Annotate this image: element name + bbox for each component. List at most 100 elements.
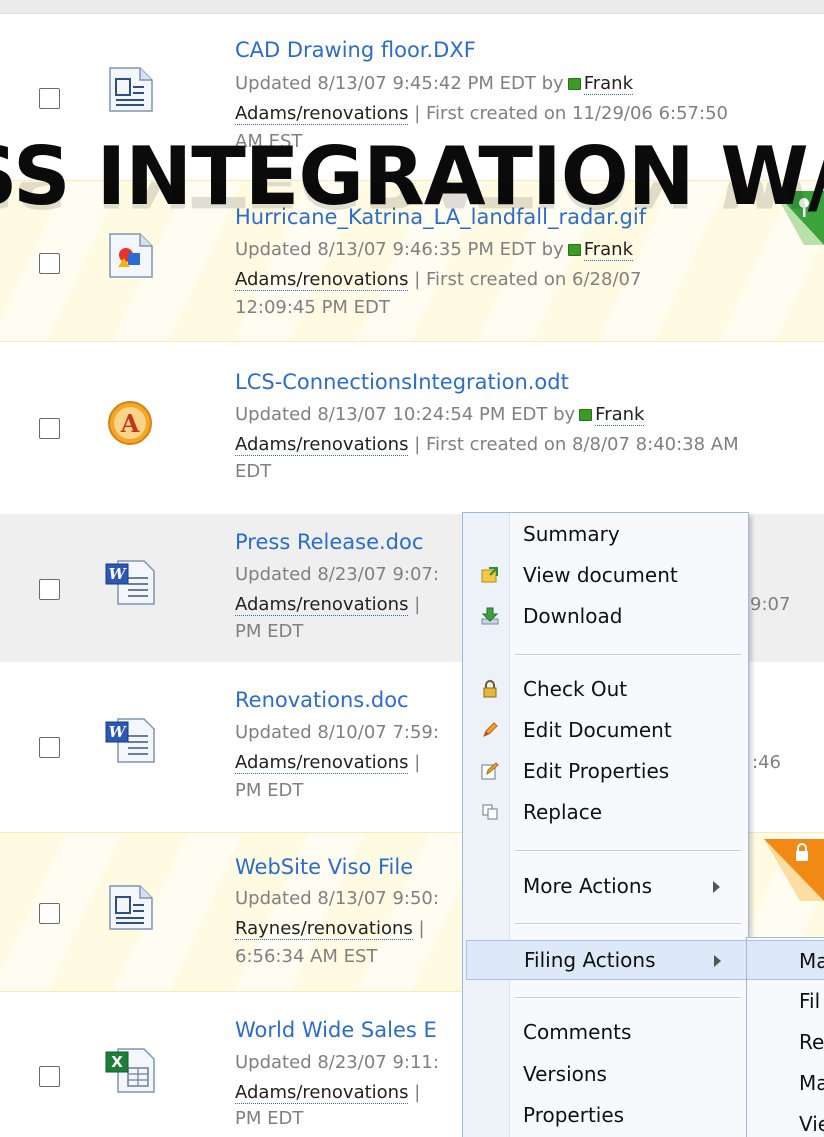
menu-item-label: Filing Actions (524, 948, 656, 972)
row-checkbox[interactable] (39, 418, 60, 439)
author-link[interactable]: Adams/renovations (235, 1082, 409, 1104)
author-link[interactable]: Adams/renovations (235, 103, 409, 125)
row-checkbox[interactable] (39, 579, 60, 600)
row-checkbox[interactable] (39, 737, 60, 758)
submenu-item[interactable]: Fil (747, 981, 824, 1021)
user-icon (567, 244, 581, 256)
menu-item-label: View document (523, 563, 678, 587)
lock-tag-icon (764, 839, 824, 901)
menu-item-comments[interactable]: Comments (463, 1013, 748, 1053)
submenu-item-label: Ma (799, 1071, 824, 1095)
document-title-link[interactable]: Press Release.doc (235, 530, 423, 554)
document-created-time: 6:56:34 AM EST (235, 946, 378, 967)
replace-icon (482, 804, 498, 820)
filing-actions-submenu: Ma Fil Re Ma Vie (746, 937, 824, 1137)
submenu-item[interactable]: Ma (747, 940, 824, 980)
svg-text:X: X (111, 1053, 123, 1071)
submenu-item-label: Vie (799, 1112, 824, 1136)
menu-item-label: Versions (523, 1062, 607, 1086)
document-created-tail: :46 (752, 752, 781, 773)
svg-text:W: W (109, 723, 128, 741)
edit-properties-icon (481, 762, 499, 780)
row-checkbox[interactable] (39, 1066, 60, 1087)
excel-document-icon: X (105, 1048, 155, 1093)
overlay-banner-reflection: SS INTEGRATION W/ (0, 182, 824, 222)
user-icon (567, 78, 581, 90)
submenu-item[interactable]: Re (747, 1022, 824, 1062)
menu-separator (515, 654, 741, 656)
submenu-item-label: Fil (799, 989, 821, 1013)
document-updated: Updated 8/13/07 9:45:42 PM EDT by Frank (235, 73, 634, 95)
row-checkbox[interactable] (39, 253, 60, 274)
submenu-item-label: Ma (799, 949, 824, 973)
menu-item-label: Edit Properties (523, 759, 670, 783)
menu-item-download[interactable]: Download (463, 597, 748, 637)
author-link[interactable]: Adams/renovations (235, 594, 409, 616)
author-link[interactable]: Adams/renovations (235, 434, 409, 456)
document-title-link[interactable]: WebSite Viso File (235, 855, 413, 879)
menu-item-check-out[interactable]: Check Out (463, 670, 748, 710)
submenu-item[interactable]: Vie (747, 1104, 824, 1137)
context-menu: Summary View document Download Check Out… (462, 512, 749, 1137)
menu-item-versions[interactable]: Versions (463, 1055, 748, 1095)
view-document-icon (481, 567, 498, 583)
document-created: Raynes/renovations | (235, 918, 425, 940)
submenu-item-label: Re (799, 1030, 824, 1054)
submenu-item[interactable]: Ma (747, 1063, 824, 1103)
menu-item-properties[interactable]: Properties (463, 1096, 748, 1136)
document-row[interactable]: A LCS-ConnectionsIntegration.odt Updated… (0, 350, 824, 510)
menu-item-view-document[interactable]: View document (463, 556, 748, 596)
menu-item-summary[interactable]: Summary (463, 515, 748, 555)
document-created: Adams/renovations | First created on 6/2… (235, 269, 642, 291)
word-document-icon: W (105, 560, 155, 605)
menu-item-edit-properties[interactable]: Edit Properties (463, 752, 748, 792)
author-link[interactable]: Raynes/renovations (235, 918, 413, 940)
document-created-time: 12:09:45 PM EDT (235, 297, 390, 318)
image-file-icon (109, 233, 153, 278)
menu-item-label: Properties (523, 1103, 625, 1127)
menu-item-edit-document[interactable]: Edit Document (463, 711, 748, 751)
author-link[interactable]: Adams/renovations (235, 752, 409, 774)
row-checkbox[interactable] (39, 88, 60, 109)
author-link[interactable]: Frank (595, 404, 645, 426)
word-document-icon: W (105, 718, 155, 763)
submenu-arrow-icon (714, 955, 721, 967)
pencil-icon (483, 722, 498, 737)
row-checkbox[interactable] (39, 903, 60, 924)
document-created-time: PM EDT (235, 780, 304, 801)
menu-separator (515, 997, 741, 999)
document-created: Adams/renovations | (235, 594, 421, 616)
svg-text:W: W (109, 565, 128, 583)
menu-item-label: Edit Document (523, 718, 672, 742)
author-link[interactable]: Adams/renovations (235, 269, 409, 291)
menu-separator (515, 850, 741, 852)
svg-text:A: A (120, 409, 140, 438)
lock-icon (483, 680, 497, 698)
document-title-link[interactable]: LCS-ConnectionsIntegration.odt (235, 370, 569, 394)
menu-item-replace[interactable]: Replace (463, 793, 748, 833)
document-title-link[interactable]: Renovations.doc (235, 688, 409, 712)
document-updated: Updated 8/13/07 9:46:35 PM EDT by Frank (235, 239, 634, 261)
author-link[interactable]: Frank (583, 73, 634, 95)
menu-item-filing-actions[interactable]: Filing Actions (466, 940, 747, 980)
document-created-time: PM EDT (235, 1108, 304, 1129)
document-title-link[interactable]: CAD Drawing floor.DXF (235, 38, 476, 62)
document-title-link[interactable]: World Wide Sales E (235, 1018, 437, 1042)
menu-separator (515, 923, 741, 925)
document-created: Adams/renovations | First created on 8/8… (235, 434, 739, 456)
generic-document-icon (109, 67, 153, 112)
menu-item-label: Replace (523, 800, 603, 824)
menu-item-label: More Actions (523, 874, 652, 898)
document-created: Adams/renovations | (235, 752, 421, 774)
menu-item-more-actions[interactable]: More Actions (463, 867, 748, 907)
document-created: Adams/renovations | First created on 11/… (235, 103, 728, 125)
document-created-time: PM EDT (235, 621, 304, 642)
menu-item-label: Download (523, 604, 623, 628)
document-updated: Updated 8/23/07 9:11: (235, 1052, 439, 1073)
menu-item-label: Summary (523, 522, 620, 546)
menu-item-label: Comments (523, 1020, 632, 1044)
submenu-arrow-icon (713, 881, 720, 893)
document-updated: Updated 8/10/07 7:59: (235, 722, 439, 743)
author-link[interactable]: Frank (583, 239, 634, 261)
document-updated: Updated 8/13/07 9:50: (235, 888, 439, 909)
